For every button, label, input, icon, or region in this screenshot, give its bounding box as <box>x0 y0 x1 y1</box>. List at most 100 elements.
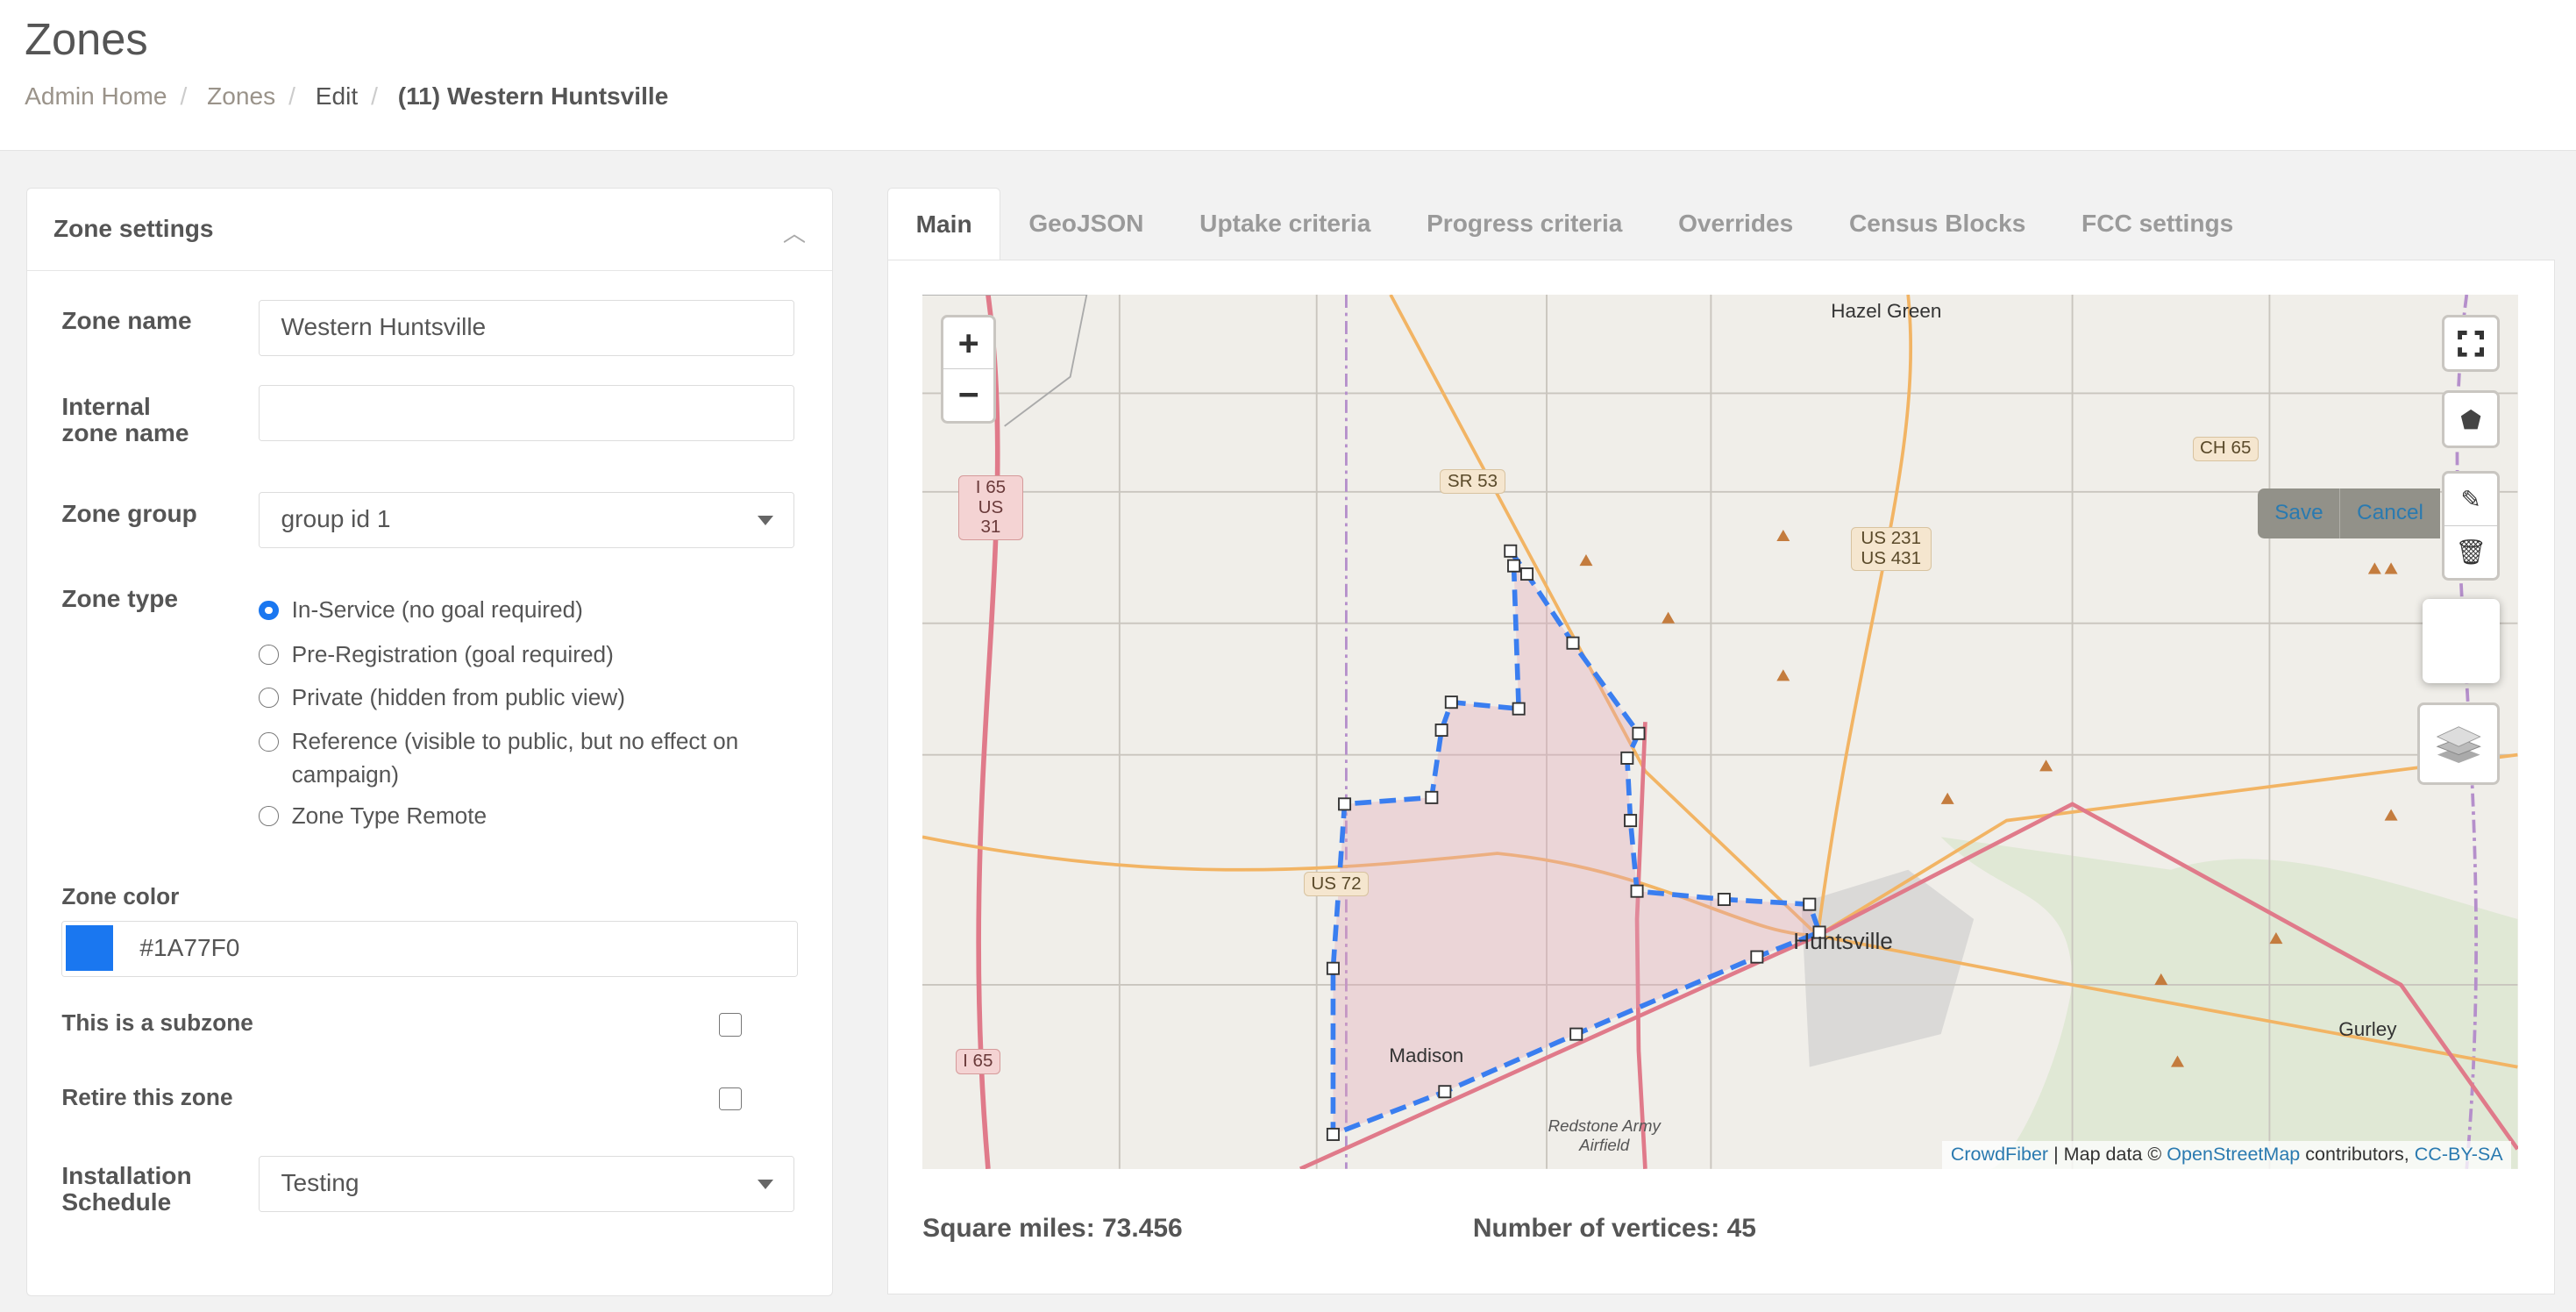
shield-ch65: CH 65 <box>2193 437 2259 461</box>
zone-type-reference[interactable]: Reference (visible to public, but no eff… <box>259 725 751 791</box>
vertex-handle[interactable] <box>1327 1129 1339 1140</box>
delete-layers-button[interactable]: 🗑 <box>2444 526 2497 578</box>
radio-label: Zone Type Remote <box>292 800 487 832</box>
radio-button[interactable] <box>259 732 278 752</box>
retire-label: Retire this zone <box>61 1084 232 1110</box>
tab-geojson[interactable]: GeoJSON <box>1000 188 1171 260</box>
layers-button[interactable] <box>2417 702 2500 785</box>
tab-overrides[interactable]: Overrides <box>1650 188 1821 260</box>
main-tab-content: Hazel Green Huntsville Madison Redstone … <box>887 260 2555 1294</box>
zoom-out-button[interactable]: − <box>943 369 994 420</box>
tab-census-blocks[interactable]: Census Blocks <box>1821 188 2053 260</box>
color-swatch[interactable] <box>66 925 113 971</box>
vertex-handle[interactable] <box>1632 886 1643 897</box>
tab-uptake-criteria[interactable]: Uptake criteria <box>1171 188 1398 260</box>
vertex-handle[interactable] <box>1751 952 1762 963</box>
trash-icon: 🗑 <box>2455 538 2487 567</box>
zone-type-remote[interactable]: Zone Type Remote <box>259 800 801 832</box>
osm-link[interactable]: OpenStreetMap <box>2167 1144 2300 1165</box>
zone-name-input[interactable]: Western Huntsville <box>259 300 794 356</box>
shield-i65: I 65 <box>956 1049 1000 1073</box>
vertex-handle[interactable] <box>1508 560 1519 572</box>
page-title: Zones <box>25 13 148 65</box>
schedule-value: Testing <box>281 1169 359 1196</box>
zone-detail-panel: Main GeoJSON Uptake criteria Progress cr… <box>887 188 2555 1295</box>
zone-type-label: Zone type <box>61 586 178 612</box>
zone-map[interactable]: Hazel Green Huntsville Madison Redstone … <box>922 295 2517 1169</box>
map-label-redstone: Redstone Army Airfield <box>1547 1116 1662 1155</box>
shield-us231: US 231 US 431 <box>1851 527 1932 572</box>
map-label-madison: Madison <box>1389 1045 1463 1067</box>
breadcrumb-current: (11) Western Huntsville <box>398 82 669 110</box>
zoom-in-button[interactable]: + <box>943 317 994 369</box>
zone-group-select[interactable]: group id 1 <box>259 492 794 548</box>
page-header: Zones Admin Home/ Zones/ Edit/ (11) West… <box>0 0 2576 151</box>
zone-color-value: #1A77F0 <box>139 934 239 961</box>
breadcrumb-zones[interactable]: Zones <box>207 82 275 110</box>
tab-main[interactable]: Main <box>887 188 1001 260</box>
license-link[interactable]: CC-BY-SA <box>2415 1144 2503 1165</box>
save-button[interactable]: Save <box>2258 488 2339 538</box>
tab-progress-criteria[interactable]: Progress criteria <box>1398 188 1650 260</box>
subzone-label: This is a subzone <box>61 1009 253 1036</box>
chevron-up-icon[interactable]: ︿ <box>783 215 806 248</box>
radio-button[interactable] <box>259 601 278 620</box>
fullscreen-icon <box>2458 331 2484 357</box>
blank-control[interactable] <box>2423 599 2500 683</box>
zone-settings-header[interactable]: Zone settings ︿ <box>27 189 832 272</box>
subzone-checkbox[interactable] <box>719 1013 742 1036</box>
zone-settings-title: Zone settings <box>53 215 214 243</box>
vertex-handle[interactable] <box>1621 752 1633 764</box>
vertex-handle[interactable] <box>1339 799 1350 810</box>
vertex-handle[interactable] <box>1804 899 1815 910</box>
breadcrumb-admin-home[interactable]: Admin Home <box>25 82 167 110</box>
vertex-handle[interactable] <box>1570 1029 1582 1040</box>
edit-control: ✎ 🗑 <box>2442 471 2500 581</box>
zoom-control: + − <box>941 315 997 424</box>
attribution-text: contributors, <box>2300 1144 2414 1165</box>
map-attribution: CrowdFiber | Map data © OpenStreetMap co… <box>1942 1141 2511 1169</box>
vertex-handle[interactable] <box>1625 815 1636 826</box>
internal-name-input[interactable] <box>259 385 794 441</box>
cancel-button[interactable]: Cancel <box>2339 488 2439 538</box>
zone-name-label: Zone name <box>61 308 191 334</box>
zone-group-label: Zone group <box>61 501 197 527</box>
caret-down-icon <box>758 516 773 525</box>
vertex-handle[interactable] <box>1436 724 1448 736</box>
radio-label: Private (hidden from public view) <box>292 681 625 714</box>
zone-type-pre-registration[interactable]: Pre-Registration (goal required) <box>259 638 801 671</box>
vertex-handle[interactable] <box>1633 728 1645 739</box>
draw-polygon-button[interactable] <box>2442 390 2500 448</box>
vertex-count: Number of vertices: 45 <box>1473 1214 1756 1244</box>
vertex-handle[interactable] <box>1426 792 1437 803</box>
tab-fcc-settings[interactable]: FCC settings <box>2053 188 2261 260</box>
crowdfiber-link[interactable]: CrowdFiber <box>1951 1144 2048 1165</box>
radio-button[interactable] <box>259 645 278 664</box>
vertex-handle[interactable] <box>1327 963 1339 974</box>
zone-color-label: Zone color <box>61 883 179 909</box>
schedule-select[interactable]: Testing <box>259 1156 794 1212</box>
vertex-handle[interactable] <box>1513 703 1525 715</box>
edit-layers-button[interactable]: ✎ <box>2444 474 2497 526</box>
radio-button[interactable] <box>259 806 278 825</box>
vertex-handle[interactable] <box>1521 568 1533 580</box>
radio-button[interactable] <box>259 688 278 707</box>
vertex-handle[interactable] <box>1568 638 1579 649</box>
vertex-handle[interactable] <box>1439 1087 1450 1098</box>
zone-color-input[interactable]: #1A77F0 <box>61 921 797 977</box>
zone-group-value: group id 1 <box>281 505 391 532</box>
vertex-handle[interactable] <box>1505 545 1516 557</box>
edit-actions: SaveCancel <box>2258 488 2439 538</box>
radio-label: Reference (visible to public, but no eff… <box>292 725 752 791</box>
square-miles: Square miles: 73.456 <box>922 1214 1183 1244</box>
caret-down-icon <box>758 1180 773 1189</box>
map-label-huntsville: Huntsville <box>1793 928 1893 955</box>
vertex-handle[interactable] <box>1719 894 1730 905</box>
zone-type-in-service[interactable]: In-Service (no goal required) <box>259 594 801 626</box>
retire-checkbox[interactable] <box>719 1087 742 1110</box>
map-tiles <box>922 295 2517 1169</box>
zone-type-private[interactable]: Private (hidden from public view) <box>259 681 801 714</box>
fullscreen-button[interactable] <box>2442 315 2500 373</box>
edit-icon: ✎ <box>2460 485 2481 514</box>
vertex-handle[interactable] <box>1446 696 1457 708</box>
